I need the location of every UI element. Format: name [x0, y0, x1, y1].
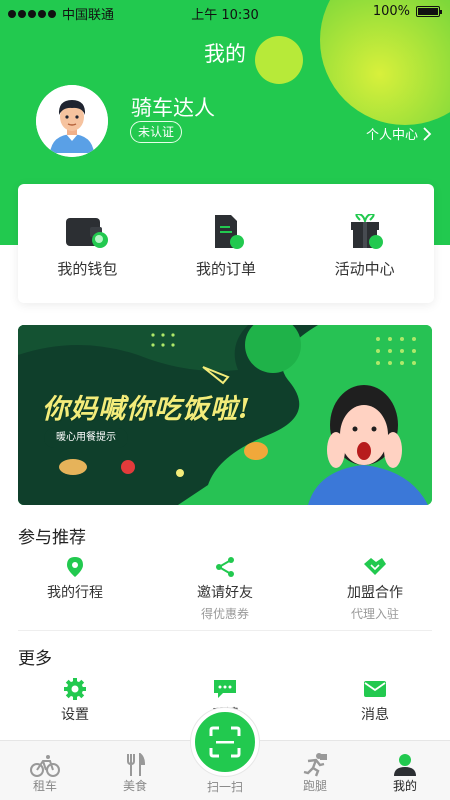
- battery-icon: [416, 6, 442, 17]
- chevron-right-icon: [423, 126, 432, 141]
- settings-button[interactable]: 设置: [0, 678, 150, 724]
- events-button[interactable]: 活动中心: [295, 184, 434, 303]
- section-divider: [18, 630, 432, 631]
- wallet-button[interactable]: 我的钱包: [18, 184, 157, 303]
- settings-label: 设置: [61, 707, 89, 723]
- page-title: 我的: [204, 42, 246, 66]
- section-title-recommend: 参与推荐: [18, 528, 86, 548]
- scan-icon: [209, 726, 241, 758]
- scan-button[interactable]: [191, 708, 259, 776]
- battery-percent: 100%: [372, 4, 410, 19]
- promo-banner[interactable]: 你妈喊你吃饭啦! 暖心用餐提示: [18, 325, 432, 505]
- share-icon: [216, 557, 234, 577]
- runner-icon: [303, 753, 327, 777]
- join-partner-sub: 代理入驻: [350, 607, 399, 621]
- section-title-more: 更多: [18, 649, 52, 669]
- handshake-icon: [364, 558, 386, 575]
- mail-icon: [364, 681, 386, 697]
- order-icon: [215, 215, 244, 249]
- banner-tag: 暖心用餐提示: [44, 428, 128, 448]
- gift-icon: [350, 214, 383, 249]
- chat-icon: [214, 680, 236, 698]
- my-trips-button[interactable]: 我的行程: [0, 556, 150, 622]
- orders-label: 我的订单: [196, 260, 257, 278]
- avatar[interactable]: [36, 85, 108, 157]
- wallet-icon: [66, 218, 109, 248]
- invite-friends-label: 邀请好友: [197, 585, 253, 601]
- join-partner-button[interactable]: 加盟合作 代理入驻: [300, 556, 450, 622]
- profile-center-link[interactable]: 个人中心: [366, 124, 432, 143]
- messages-label: 消息: [361, 707, 389, 723]
- messages-button[interactable]: 消息: [300, 678, 450, 724]
- location-pin-icon: [67, 557, 83, 577]
- quick-actions-card: 我的钱包 我的订单 活动中心: [18, 184, 434, 303]
- banner-headline: 你妈喊你吃饭啦!: [42, 394, 251, 425]
- gear-icon: [64, 678, 86, 700]
- join-partner-label: 加盟合作: [347, 585, 403, 601]
- my-trips-label: 我的行程: [47, 585, 103, 601]
- invite-friends-button[interactable]: 邀请好友 得优惠券: [150, 556, 300, 622]
- cutlery-icon: [127, 753, 146, 776]
- invite-friends-sub: 得优惠券: [200, 607, 249, 621]
- events-label: 活动中心: [334, 260, 395, 278]
- recommend-grid: 我的行程 邀请好友 得优惠券 加盟合作 代理入驻: [0, 556, 450, 622]
- wallet-label: 我的钱包: [57, 260, 118, 278]
- username: 骑车达人: [131, 96, 215, 120]
- verify-status-badge[interactable]: 未认证: [130, 121, 183, 143]
- orders-button[interactable]: 我的订单: [157, 184, 296, 303]
- bike-icon: [30, 755, 60, 777]
- tab-scan-label: 扫一扫: [206, 780, 243, 794]
- user-icon: [394, 754, 416, 776]
- status-bar: 中国联通 上午 10:30 100%: [0, 0, 450, 24]
- profile-center-label: 个人中心: [365, 128, 418, 143]
